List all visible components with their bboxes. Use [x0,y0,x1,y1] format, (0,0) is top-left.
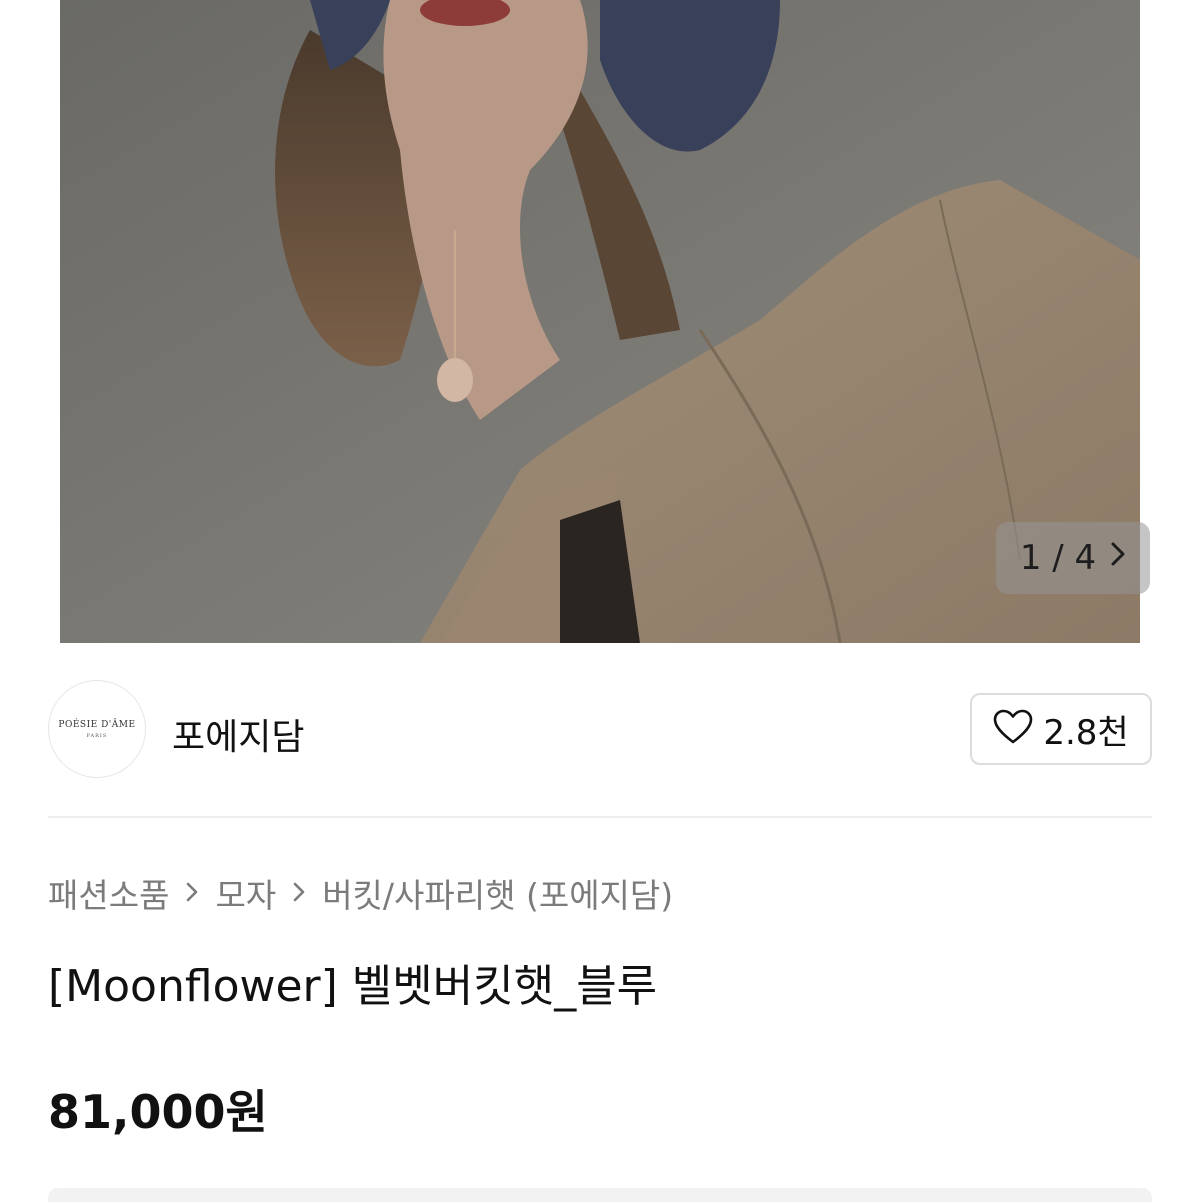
chevron-right-icon [292,876,306,911]
like-count: 2.8천 [1043,712,1129,753]
breadcrumb-item-fashion-accessories[interactable]: 패션소품 [48,869,169,917]
breadcrumb: 패션소품 모자 버킷/사파리햇 (포에지담) [48,868,673,918]
image-counter-text: 1 / 4 [1019,538,1097,578]
shop-name[interactable]: 포에지담 [172,708,304,760]
like-button[interactable]: 2.8천 [970,693,1152,765]
image-counter[interactable]: 1 / 4 [996,522,1150,594]
shop-logo-subtext: PARIS [86,732,108,739]
divider [48,816,1152,818]
product-gallery[interactable]: 1 / 4 [0,0,1200,643]
product-photo-illustration [60,0,1140,643]
shop-logo-text: POÉSIE D'ÂME [58,719,136,730]
breadcrumb-item-hats[interactable]: 모자 [215,869,276,917]
product-price: 81,000원 [48,1085,268,1139]
chevron-right-icon[interactable] [1110,536,1126,576]
product-image[interactable] [60,0,1140,643]
breadcrumb-item-bucket-safari-hats[interactable]: 버킷/사파리햇 (포에지담) [322,869,673,917]
heart-outline-icon [993,709,1033,749]
product-title: [Moonflower] 벨벳버킷햇_블루 [48,961,658,1012]
shop-logo[interactable]: POÉSIE D'ÂME PARIS [48,680,146,778]
chevron-right-icon [185,876,199,911]
shop-info: POÉSIE D'ÂME PARIS 포에지담 2.8천 [48,680,1152,780]
